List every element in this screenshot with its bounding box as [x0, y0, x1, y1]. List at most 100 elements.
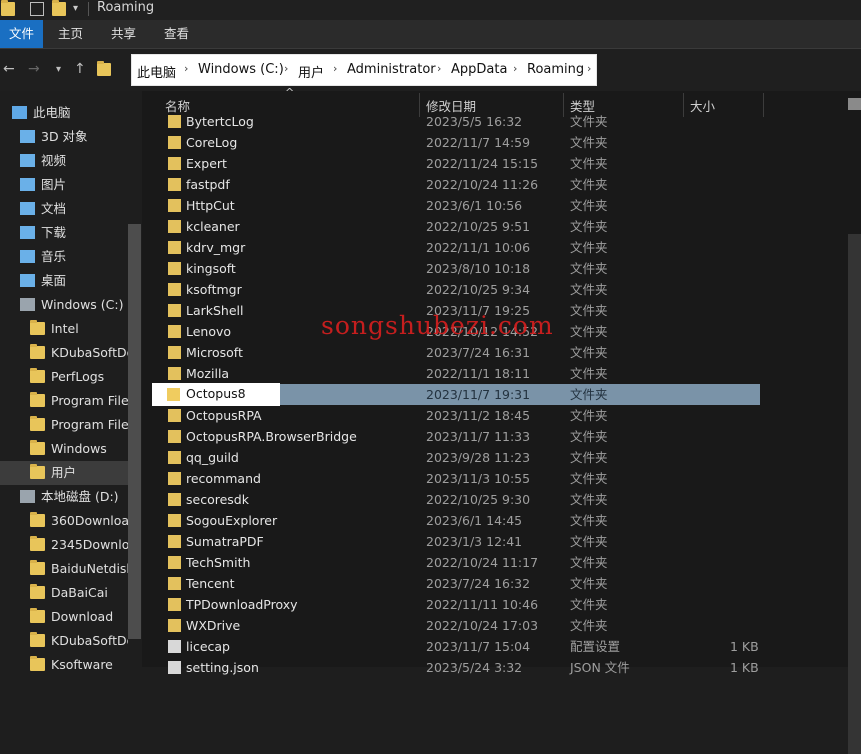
table-row[interactable]: SogouExplorer 2023/6/1 14:45 文件夹: [152, 510, 760, 531]
table-row[interactable]: SumatraPDF 2023/1/3 12:41 文件夹: [152, 531, 760, 552]
sidebar-item[interactable]: 此电脑: [0, 101, 128, 125]
sidebar-item[interactable]: 用户: [0, 461, 128, 485]
table-row[interactable]: TPDownloadProxy 2022/11/11 10:46 文件夹: [152, 594, 760, 615]
folder-icon: [168, 430, 181, 443]
sidebar-item[interactable]: Download: [0, 605, 128, 629]
address-bar[interactable]: 此电脑 › Windows (C:) › 用户 › Administrator …: [131, 54, 597, 86]
file-name: Microsoft: [186, 345, 243, 360]
customize-quick-access-icon[interactable]: ▾: [73, 2, 87, 16]
sidebar-item[interactable]: DaBaiCai: [0, 581, 128, 605]
file-type: 文件夹: [570, 576, 608, 591]
table-row[interactable]: kcleaner 2022/10/25 9:51 文件夹: [152, 216, 760, 237]
list-scrollbar[interactable]: [848, 234, 861, 754]
table-row[interactable]: kingsoft 2023/8/10 10:18 文件夹: [152, 258, 760, 279]
table-row[interactable]: Tencent 2023/7/24 16:32 文件夹: [152, 573, 760, 594]
sidebar-item[interactable]: Program Files: [0, 413, 128, 437]
breadcrumb-chevron-icon[interactable]: ›: [184, 62, 188, 75]
breadcrumb-chevron-icon[interactable]: ›: [284, 62, 288, 75]
sidebar-item[interactable]: Program Files: [0, 389, 128, 413]
folder-icon: [30, 440, 45, 455]
sidebar-item[interactable]: 下载: [0, 221, 128, 245]
table-row[interactable]: qq_guild 2023/9/28 11:23 文件夹: [152, 447, 760, 468]
breadcrumb-roaming[interactable]: Roaming: [527, 62, 584, 77]
table-row[interactable]: HttpCut 2023/6/1 10:56 文件夹: [152, 195, 760, 216]
sidebar-item[interactable]: Windows: [0, 437, 128, 461]
breadcrumb-chevron-icon[interactable]: ›: [513, 62, 517, 75]
table-row[interactable]: ksoftmgr 2022/10/25 9:34 文件夹: [152, 279, 760, 300]
recent-locations-icon[interactable]: ▾: [56, 64, 61, 75]
sidebar-item[interactable]: 图片: [0, 173, 128, 197]
table-row[interactable]: fastpdf 2022/10/24 11:26 文件夹: [152, 174, 760, 195]
drive-icon: [20, 298, 35, 311]
file-name: OctopusRPA.BrowserBridge: [186, 429, 357, 444]
table-row[interactable]: Expert 2022/11/24 15:15 文件夹: [152, 153, 760, 174]
file-icon: [168, 661, 181, 674]
up-arrow-icon[interactable]: ↑: [74, 61, 86, 77]
sidebar-item[interactable]: 360Download: [0, 509, 128, 533]
selected-folder-name[interactable]: Octopus8: [186, 386, 246, 401]
table-row[interactable]: OctopusRPA 2023/11/2 18:45 文件夹: [152, 405, 760, 426]
sidebar-item[interactable]: 音乐: [0, 245, 128, 269]
tab-home[interactable]: 主页: [58, 20, 83, 48]
folder-icon: [168, 199, 181, 212]
desktop-icon: [20, 274, 35, 287]
list-scrollbar-top[interactable]: [848, 98, 861, 110]
sidebar-item-label: Ksoftware: [51, 657, 113, 672]
table-row[interactable]: CoreLog 2022/11/7 14:59 文件夹: [152, 132, 760, 153]
table-row[interactable]: licecap 2023/11/7 15:04 配置设置 1 KB: [152, 636, 760, 657]
sidebar-item[interactable]: Intel: [0, 317, 128, 341]
tab-file[interactable]: 文件: [0, 20, 43, 48]
breadcrumb-administrator[interactable]: Administrator: [347, 62, 436, 77]
sidebar-item[interactable]: Windows (C:): [0, 293, 128, 317]
tab-share[interactable]: 共享: [111, 20, 136, 48]
file-name: setting.json: [186, 660, 259, 675]
pictures-icon: [20, 178, 35, 191]
breadcrumb-users[interactable]: 用户: [298, 62, 324, 81]
sidebar-item-label: 文档: [41, 201, 67, 216]
breadcrumb-appdata[interactable]: AppData: [451, 62, 507, 77]
table-row[interactable]: BytertcLog 2023/5/5 16:32 文件夹: [152, 111, 760, 132]
sidebar-item[interactable]: 2345Downloa: [0, 533, 128, 557]
new-folder-icon[interactable]: [52, 0, 66, 16]
sidebar-item[interactable]: 视频: [0, 149, 128, 173]
file-name: qq_guild: [186, 450, 239, 465]
back-arrow-icon[interactable]: ←: [3, 61, 15, 77]
tab-view[interactable]: 查看: [164, 20, 189, 48]
sidebar-item[interactable]: 3D 对象: [0, 125, 128, 149]
forward-arrow-icon[interactable]: →: [28, 61, 40, 77]
table-row[interactable]: kdrv_mgr 2022/11/1 10:06 文件夹: [152, 237, 760, 258]
sidebar-item[interactable]: 本地磁盘 (D:): [0, 485, 128, 509]
sidebar-item[interactable]: BaiduNetdisk: [0, 557, 128, 581]
folder-icon: [30, 560, 45, 575]
table-row[interactable]: secoresdk 2022/10/25 9:30 文件夹: [152, 489, 760, 510]
drive-icon: [20, 490, 35, 503]
table-row[interactable]: recommand 2023/11/3 10:55 文件夹: [152, 468, 760, 489]
table-row[interactable]: Microsoft 2023/7/24 16:31 文件夹: [152, 342, 760, 363]
nav-scrollbar[interactable]: [128, 224, 141, 639]
file-date: 2023/1/3 12:41: [426, 534, 523, 549]
breadcrumb-this-pc[interactable]: 此电脑: [137, 62, 176, 81]
sidebar-item[interactable]: KDubaSoftDo: [0, 341, 128, 365]
sidebar-item[interactable]: KDubaSoftDo: [0, 629, 128, 653]
file-date: 2023/11/7 19:31: [426, 387, 531, 402]
table-row[interactable]: Mozilla 2022/11/1 18:11 文件夹: [152, 363, 760, 384]
table-row[interactable]: setting.json 2023/5/24 3:32 JSON 文件 1 KB: [152, 657, 760, 678]
file-type: 文件夹: [570, 198, 608, 213]
column-divider[interactable]: [763, 93, 764, 117]
breadcrumb-drive-c[interactable]: Windows (C:): [198, 62, 284, 77]
table-row[interactable]: WXDrive 2022/10/24 17:03 文件夹: [152, 615, 760, 636]
breadcrumb-chevron-icon[interactable]: ›: [333, 62, 337, 75]
sidebar-item[interactable]: Ksoftware: [0, 653, 128, 677]
sidebar-item[interactable]: 文档: [0, 197, 128, 221]
table-row[interactable]: TechSmith 2022/10/24 11:17 文件夹: [152, 552, 760, 573]
properties-icon[interactable]: [30, 2, 44, 16]
sidebar-item[interactable]: PerfLogs: [0, 365, 128, 389]
sidebar-item[interactable]: 桌面: [0, 269, 128, 293]
file-type: 文件夹: [570, 471, 608, 486]
breadcrumb-chevron-icon[interactable]: ›: [587, 62, 591, 75]
address-bar-extension[interactable]: [597, 54, 861, 86]
sidebar-item-label: Download: [51, 609, 114, 624]
sidebar-item-label: Intel: [51, 321, 79, 336]
table-row[interactable]: OctopusRPA.BrowserBridge 2023/11/7 11:33 文…: [152, 426, 760, 447]
breadcrumb-chevron-icon[interactable]: ›: [437, 62, 441, 75]
